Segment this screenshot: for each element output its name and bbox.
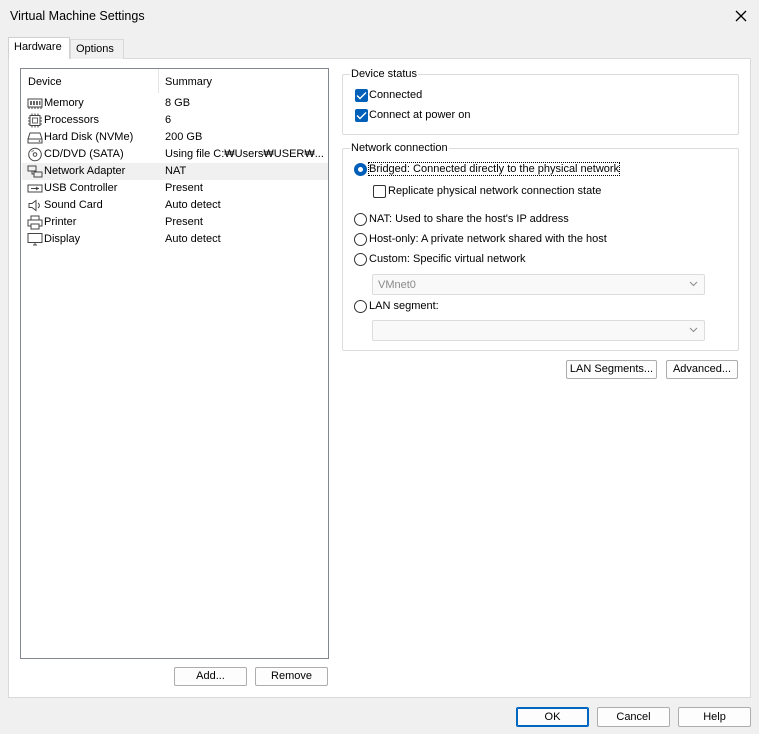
connected-checkbox[interactable]: [355, 89, 368, 102]
processor-icon: [28, 113, 42, 128]
device-name: Network Adapter: [44, 165, 126, 177]
device-list-header: Device Summary: [21, 69, 328, 96]
connect-at-power-on-label[interactable]: Connect at power on: [369, 109, 471, 121]
replicate-state-label[interactable]: Replicate physical network connection st…: [388, 185, 601, 197]
column-header-device[interactable]: Device: [28, 76, 62, 88]
checkmark-icon: [356, 112, 367, 120]
device-summary: Present: [165, 216, 203, 228]
printer-icon: [27, 215, 43, 230]
tab-hardware-label: Hardware: [14, 41, 62, 53]
device-name: Processors: [44, 114, 100, 126]
bridged-radio[interactable]: [354, 163, 367, 176]
tab-options[interactable]: Options: [70, 39, 124, 59]
custom-network-dropdown[interactable]: VMnet0: [372, 274, 705, 295]
lan-segment-radio[interactable]: [354, 300, 367, 313]
device-summary: NAT: [165, 165, 187, 177]
checkmark-icon: [356, 92, 367, 100]
ok-button[interactable]: OK: [516, 707, 589, 727]
column-header-summary[interactable]: Summary: [165, 76, 212, 88]
advanced-button[interactable]: Advanced...: [666, 360, 738, 379]
hard-disk-icon: [27, 132, 43, 144]
device-name: USB Controller: [44, 182, 118, 194]
device-summary: Auto detect: [165, 233, 221, 245]
network-connection-title: Network connection: [350, 142, 449, 154]
tab-hardware[interactable]: Hardware: [8, 37, 70, 59]
column-divider[interactable]: [158, 69, 159, 93]
close-icon: [735, 10, 747, 22]
host-only-radio[interactable]: [354, 233, 367, 246]
speaker-icon: [28, 199, 40, 212]
device-summary: Using file C:₩Users₩USER₩...: [165, 148, 324, 160]
device-row-usb-controller[interactable]: USB Controller Present: [22, 180, 328, 197]
chevron-down-icon: [689, 327, 698, 333]
custom-radio[interactable]: [354, 253, 367, 266]
nat-label[interactable]: NAT: Used to share the host's IP address: [369, 213, 569, 225]
lan-segment-dropdown[interactable]: [372, 320, 705, 341]
connect-at-power-on-checkbox[interactable]: [355, 109, 368, 122]
display-icon: [27, 233, 43, 246]
usb-icon: [27, 184, 43, 193]
cd-dvd-icon: [28, 147, 42, 162]
device-name: Sound Card: [44, 199, 103, 211]
cancel-button[interactable]: Cancel: [597, 707, 670, 727]
device-name: CD/DVD (SATA): [44, 148, 124, 160]
device-row-memory[interactable]: Memory 8 GB: [22, 95, 328, 112]
device-row-printer[interactable]: Printer Present: [22, 214, 328, 231]
device-row-hard-disk[interactable]: Hard Disk (NVMe) 200 GB: [22, 129, 328, 146]
device-row-processors[interactable]: Processors 6: [22, 112, 328, 129]
close-button[interactable]: [729, 5, 753, 27]
nat-radio[interactable]: [354, 213, 367, 226]
bridged-label[interactable]: Bridged: Connected directly to the physi…: [367, 162, 621, 176]
remove-device-button[interactable]: Remove: [255, 667, 328, 686]
device-row-sound-card[interactable]: Sound Card Auto detect: [22, 197, 328, 214]
chevron-down-icon: [689, 281, 698, 287]
device-status-group: [342, 74, 739, 135]
lan-segment-label[interactable]: LAN segment:: [369, 300, 439, 312]
add-device-button[interactable]: Add...: [174, 667, 247, 686]
host-only-label[interactable]: Host-only: A private network shared with…: [369, 233, 607, 245]
connected-label[interactable]: Connected: [369, 89, 422, 101]
help-button[interactable]: Help: [678, 707, 751, 727]
title-bar: Virtual Machine Settings: [0, 0, 759, 33]
device-summary: Present: [165, 182, 203, 194]
network-adapter-icon: [27, 165, 43, 178]
custom-network-value: VMnet0: [378, 279, 416, 291]
memory-icon: [27, 98, 43, 109]
custom-label[interactable]: Custom: Specific virtual network: [369, 253, 526, 265]
device-row-cd-dvd[interactable]: CD/DVD (SATA) Using file C:₩Users₩USER₩.…: [22, 146, 328, 163]
device-row-display[interactable]: Display Auto detect: [22, 231, 328, 248]
window-title: Virtual Machine Settings: [10, 9, 145, 23]
device-list[interactable]: Device Summary Memory 8 GB Processors 6 …: [20, 68, 329, 659]
device-row-network-adapter[interactable]: Network Adapter NAT: [22, 163, 328, 180]
device-name: Memory: [44, 97, 84, 109]
device-summary: 6: [165, 114, 172, 126]
device-summary: Auto detect: [165, 199, 221, 211]
device-name: Hard Disk (NVMe): [44, 131, 134, 143]
device-summary: 8 GB: [165, 97, 191, 109]
device-name: Display: [44, 233, 81, 245]
tab-options-label: Options: [76, 43, 114, 55]
replicate-state-checkbox[interactable]: [373, 185, 386, 198]
device-summary: 200 GB: [165, 131, 203, 143]
lan-segments-button[interactable]: LAN Segments...: [566, 360, 657, 379]
device-name: Printer: [44, 216, 77, 228]
device-status-title: Device status: [350, 68, 419, 80]
